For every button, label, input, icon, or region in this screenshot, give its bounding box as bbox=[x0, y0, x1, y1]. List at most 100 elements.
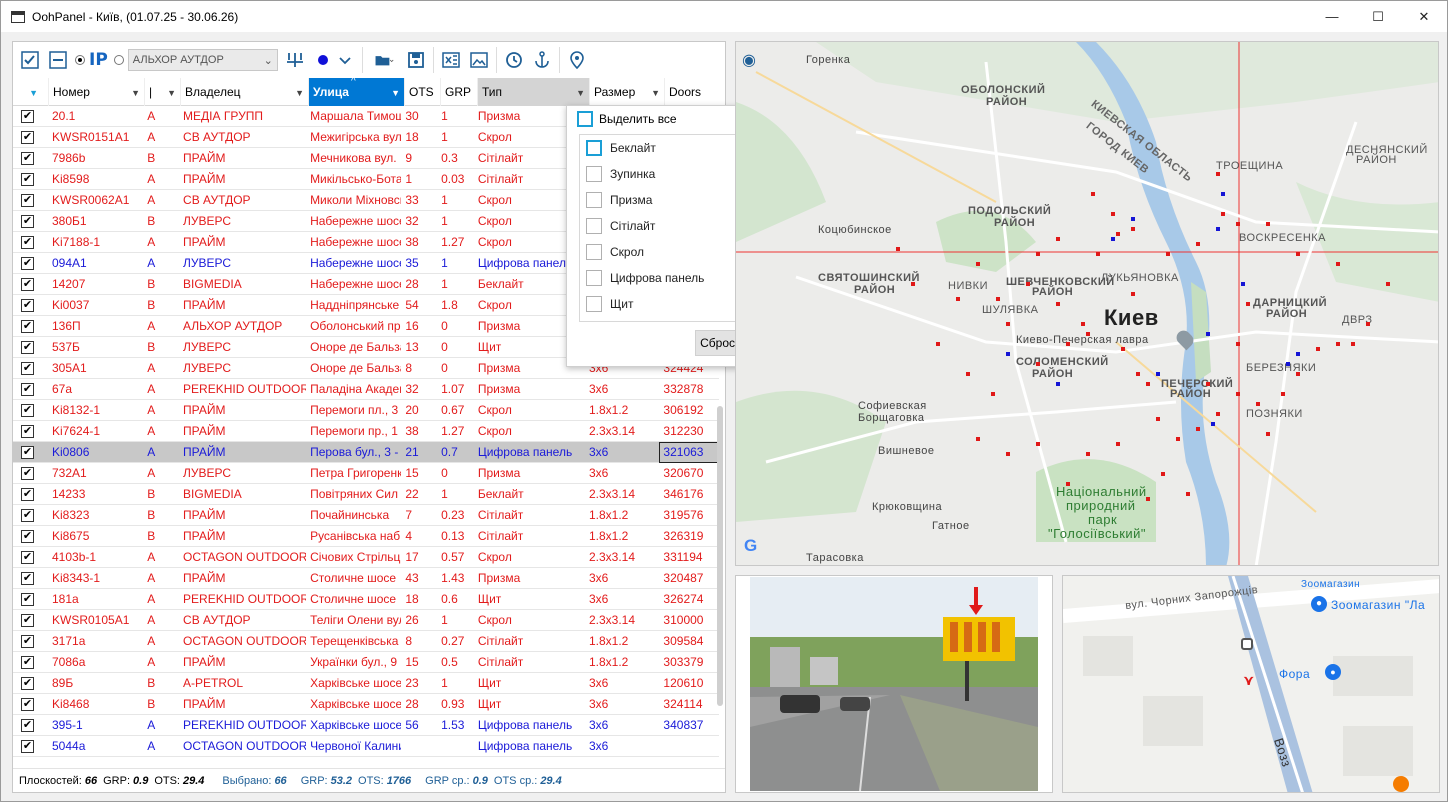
cell-street[interactable]: Січових Стрільців bbox=[306, 547, 401, 568]
billboard-marker[interactable] bbox=[1131, 292, 1135, 296]
digital-marker[interactable] bbox=[1241, 282, 1245, 286]
cell-doors[interactable]: 320487 bbox=[659, 568, 719, 589]
uncheck-all-icon[interactable] bbox=[47, 49, 69, 71]
cell-street[interactable]: Оболонський пр. bbox=[306, 316, 401, 337]
digital-marker[interactable] bbox=[1056, 382, 1060, 386]
billboard-marker[interactable] bbox=[1296, 372, 1300, 376]
digital-marker[interactable] bbox=[1221, 192, 1225, 196]
cell-grp[interactable]: 0 bbox=[437, 337, 474, 358]
filter-option-checkbox[interactable] bbox=[586, 296, 602, 312]
filter-icon[interactable]: ▼ bbox=[167, 88, 176, 98]
cell-owner[interactable]: СВ АУТДОР bbox=[179, 127, 306, 148]
cell-street[interactable]: Наддніпрянське bbox=[306, 295, 401, 316]
billboard-marker[interactable] bbox=[1036, 442, 1040, 446]
billboard-marker[interactable] bbox=[996, 297, 1000, 301]
cell-street[interactable]: Харківське шосе bbox=[306, 694, 401, 715]
cell-side[interactable]: A bbox=[143, 589, 179, 610]
cell-side[interactable]: A bbox=[143, 106, 179, 127]
billboard-marker[interactable] bbox=[1086, 332, 1090, 336]
cell-owner[interactable]: ЛУВЕРС bbox=[179, 211, 306, 232]
cell-grp[interactable]: 1.53 bbox=[437, 715, 474, 736]
cell-owner[interactable]: СВ АУТДОР bbox=[179, 610, 306, 631]
row-checkbox[interactable]: ✔ bbox=[21, 424, 34, 438]
row-checkbox[interactable]: ✔ bbox=[21, 571, 34, 585]
cell-street[interactable]: Микільсько-Ботанічна bbox=[306, 169, 401, 190]
billboard-marker[interactable] bbox=[1036, 362, 1040, 366]
cell-ots[interactable]: 7 bbox=[401, 505, 437, 526]
cell-doors[interactable]: 120610 bbox=[659, 673, 719, 694]
row-checkbox[interactable]: ✔ bbox=[21, 151, 34, 165]
cell-number[interactable]: 094A1 bbox=[48, 253, 143, 274]
cell-street[interactable]: Перова бул., 3 - bbox=[306, 442, 401, 463]
cell-grp[interactable]: 0.57 bbox=[437, 547, 474, 568]
cell-side[interactable]: A bbox=[143, 547, 179, 568]
select-all-checkbox[interactable] bbox=[577, 111, 593, 127]
cell-ots[interactable] bbox=[401, 736, 437, 757]
cell-grp[interactable]: 0.93 bbox=[437, 694, 474, 715]
cell-number[interactable]: Ki0806 bbox=[48, 442, 143, 463]
cell-side[interactable]: B bbox=[143, 337, 179, 358]
check-column-filter[interactable]: ▼ bbox=[13, 78, 49, 106]
cell-side[interactable]: A bbox=[143, 358, 179, 379]
cell-side[interactable]: A bbox=[143, 631, 179, 652]
filter-icon[interactable]: ▼ bbox=[576, 88, 585, 98]
header-grp[interactable]: GRP bbox=[441, 78, 478, 106]
cell-owner[interactable]: ЛУВЕРС bbox=[179, 358, 306, 379]
cell-street[interactable]: Набережне шосе bbox=[306, 211, 401, 232]
filter-option-checkbox[interactable] bbox=[586, 270, 602, 286]
cell-owner[interactable]: ЛУВЕРС bbox=[179, 253, 306, 274]
select-all-row[interactable]: Выделить все bbox=[577, 110, 677, 128]
cell-street[interactable]: Набережне шосе bbox=[306, 274, 401, 295]
cell-doors[interactable]: 312230 bbox=[659, 421, 719, 442]
digital-marker[interactable] bbox=[1296, 352, 1300, 356]
cell-grp[interactable]: 1.43 bbox=[437, 568, 474, 589]
cell-ots[interactable]: 15 bbox=[401, 652, 437, 673]
row-checkbox[interactable]: ✔ bbox=[21, 214, 34, 228]
company-select[interactable]: АЛЬХОР АУТДОР ⌄ bbox=[127, 49, 278, 71]
color-dot-icon[interactable] bbox=[312, 49, 334, 71]
cell-grp[interactable]: 0.23 bbox=[437, 505, 474, 526]
row-checkbox[interactable]: ✔ bbox=[21, 508, 34, 522]
billboard-marker[interactable] bbox=[1236, 222, 1240, 226]
company-radio[interactable] bbox=[113, 55, 124, 65]
billboard-marker[interactable] bbox=[1086, 452, 1090, 456]
chevron-down-icon[interactable] bbox=[334, 49, 356, 71]
cell-size[interactable]: 2.3х3.14 bbox=[585, 421, 659, 442]
cell-owner[interactable]: ЛУВЕРС bbox=[179, 337, 306, 358]
filter-option-checkbox[interactable] bbox=[586, 166, 602, 182]
table-row[interactable]: ✔ Ki8132-1 A ПРАЙМ Перемоги пл., 3 20 0.67 Скро… bbox=[13, 400, 719, 421]
cell-ots[interactable]: 35 bbox=[401, 253, 437, 274]
cell-doors[interactable]: 326319 bbox=[659, 526, 719, 547]
cell-owner[interactable]: ПРАЙМ bbox=[179, 442, 306, 463]
header-street[interactable]: Улица ^ ▼ bbox=[309, 76, 405, 106]
billboard-marker[interactable] bbox=[936, 342, 940, 346]
table-row[interactable]: ✔ KWSR0105A1 A СВ АУТДОР Теліги Олени вул 26 1… bbox=[13, 610, 719, 631]
cell-ots[interactable]: 20 bbox=[401, 400, 437, 421]
digital-marker[interactable] bbox=[1216, 227, 1220, 231]
filter-icon[interactable]: ▼ bbox=[651, 88, 660, 98]
cell-size[interactable]: 3х6 bbox=[585, 379, 659, 400]
billboard-marker[interactable] bbox=[1366, 322, 1370, 326]
billboard-marker[interactable] bbox=[976, 437, 980, 441]
billboard-marker[interactable] bbox=[1146, 497, 1150, 501]
billboard-marker[interactable] bbox=[1336, 342, 1340, 346]
cell-street[interactable]: Перемоги пр., 1 bbox=[306, 421, 401, 442]
cell-doors[interactable]: 321063 bbox=[659, 441, 719, 463]
cell-doors[interactable]: 319576 bbox=[659, 505, 719, 526]
cell-street[interactable]: Почайнинська bbox=[306, 505, 401, 526]
billboard-marker[interactable] bbox=[1116, 232, 1120, 236]
row-checkbox[interactable]: ✔ bbox=[21, 109, 34, 123]
cell-number[interactable]: 14233 bbox=[48, 484, 143, 505]
cell-type[interactable]: Сітілайт bbox=[474, 631, 585, 652]
billboard-marker[interactable] bbox=[991, 392, 995, 396]
cell-number[interactable]: 7986b bbox=[48, 148, 143, 169]
cell-side[interactable]: B bbox=[143, 694, 179, 715]
cell-grp[interactable]: 0.67 bbox=[437, 400, 474, 421]
cell-number[interactable]: 4103b-1 bbox=[48, 547, 143, 568]
cell-grp[interactable]: 1 bbox=[437, 484, 474, 505]
cell-number[interactable]: KWSR0105A1 bbox=[48, 610, 143, 631]
cell-ots[interactable]: 17 bbox=[401, 547, 437, 568]
row-checkbox[interactable]: ✔ bbox=[21, 634, 34, 648]
cell-ots[interactable]: 32 bbox=[401, 379, 437, 400]
cell-street[interactable]: Терещенківська bbox=[306, 631, 401, 652]
